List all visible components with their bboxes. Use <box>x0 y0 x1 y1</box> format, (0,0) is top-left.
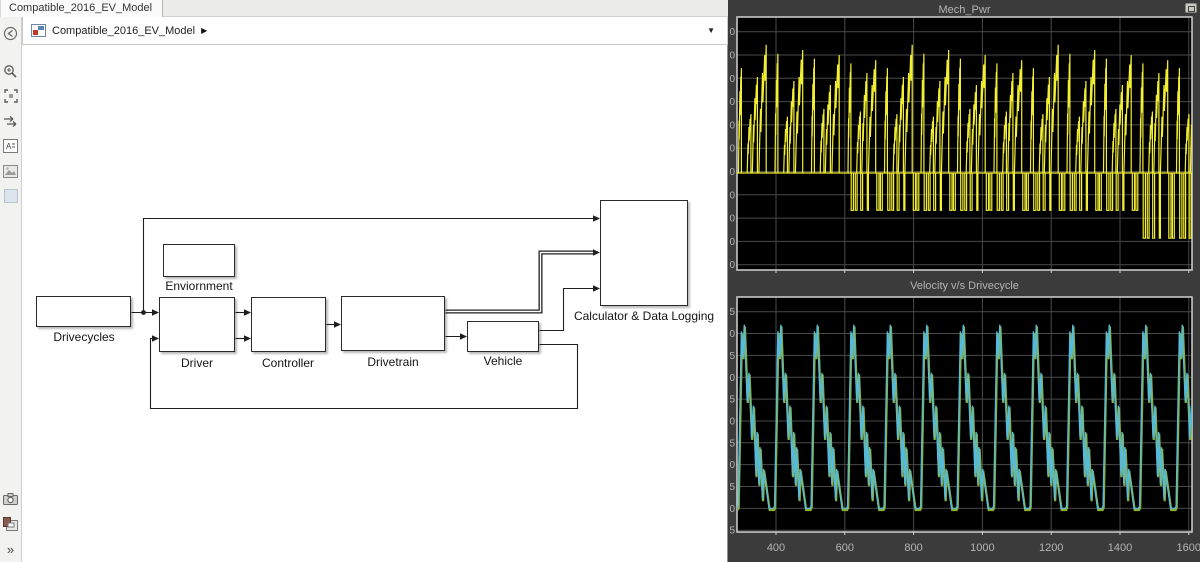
breadcrumb-caret-icon: ▶ <box>201 26 207 35</box>
subsystem-badge-icon[interactable] <box>2 515 20 533</box>
svg-text:5: 5 <box>729 351 735 362</box>
svg-text:0: 0 <box>729 416 735 427</box>
svg-text:1200: 1200 <box>1039 542 1063 554</box>
svg-text:0: 0 <box>729 260 735 271</box>
svg-text:5: 5 <box>729 482 735 493</box>
signal-arrows-icon[interactable] <box>2 112 20 130</box>
svg-text:1600: 1600 <box>1177 542 1200 554</box>
svg-text:0: 0 <box>729 460 735 471</box>
svg-text:0: 0 <box>729 167 735 178</box>
model-file-icon <box>31 24 46 37</box>
chevron-down-icon[interactable]: ▼ <box>707 26 719 35</box>
svg-text:1000: 1000 <box>970 542 994 554</box>
breadcrumb-bar: Compatible_2016_EV_Model ▶ ▼ <box>22 17 728 45</box>
scope-title-velocity: Velocity v/s Drivecycle <box>737 280 1192 292</box>
simulink-editor: Compatible_2016_EV_Model Compatible_2016… <box>0 0 728 562</box>
svg-text:5: 5 <box>729 307 735 318</box>
block-drivetrain-label: Drivetrain <box>367 355 418 369</box>
svg-text:A: A <box>6 142 12 151</box>
svg-text:600: 600 <box>836 542 854 554</box>
model-tab-label: Compatible_2016_EV_Model <box>9 2 152 14</box>
model-canvas[interactable]: Drivecycles Enviornment Driver Controlle… <box>0 0 728 562</box>
block-controller-label: Controller <box>262 356 314 370</box>
svg-text:0: 0 <box>729 51 735 62</box>
svg-text:0: 0 <box>729 144 735 155</box>
svg-text:0: 0 <box>729 120 735 131</box>
svg-text:0: 0 <box>729 97 735 108</box>
svg-text:0: 0 <box>729 504 735 515</box>
block-environment[interactable] <box>163 244 235 277</box>
svg-text:0: 0 <box>729 329 735 340</box>
annotation-icon[interactable]: A <box>2 137 20 155</box>
block-drivetrain[interactable] <box>341 296 445 351</box>
model-tab[interactable]: Compatible_2016_EV_Model <box>0 0 163 17</box>
block-vehicle[interactable] <box>467 321 539 352</box>
block-driver[interactable] <box>159 297 235 352</box>
svg-text:0: 0 <box>729 237 735 248</box>
svg-text:0: 0 <box>729 373 735 384</box>
svg-text:400: 400 <box>767 542 785 554</box>
block-vehicle-label: Vehicle <box>484 354 523 368</box>
camera-icon[interactable] <box>2 490 20 508</box>
zoom-in-icon[interactable] <box>2 62 20 80</box>
block-calculator[interactable] <box>600 200 688 306</box>
editor-side-palette: A » <box>0 17 22 562</box>
expand-more-icon[interactable]: » <box>2 540 20 558</box>
block-drivecycles-label: Drivecycles <box>53 330 114 344</box>
scope-window: Mech_Pwr 0000000000050505050505400600800… <box>728 0 1200 562</box>
svg-text:1400: 1400 <box>1108 542 1132 554</box>
svg-text:5: 5 <box>729 438 735 449</box>
block-drivecycles[interactable] <box>36 296 131 327</box>
block-controller[interactable] <box>251 297 326 352</box>
svg-text:5: 5 <box>729 395 735 406</box>
svg-text:0: 0 <box>729 214 735 225</box>
block-calculator-label: Calculator & Data Logging <box>574 309 714 323</box>
application-window: Compatible_2016_EV_Model Compatible_2016… <box>0 0 1200 562</box>
fit-to-view-icon[interactable] <box>2 87 20 105</box>
svg-text:800: 800 <box>904 542 922 554</box>
svg-text:0: 0 <box>729 27 735 38</box>
branch-point <box>141 310 146 315</box>
panel-collapse-icon[interactable] <box>2 24 20 42</box>
svg-text:5: 5 <box>729 526 735 537</box>
block-driver-label: Driver <box>181 356 213 370</box>
breadcrumb[interactable]: Compatible_2016_EV_Model <box>52 25 195 37</box>
block-environment-label: Enviornment <box>165 279 232 293</box>
svg-text:0: 0 <box>729 190 735 201</box>
tab-bar: Compatible_2016_EV_Model <box>0 0 728 17</box>
svg-text:0: 0 <box>729 74 735 85</box>
select-area-icon[interactable] <box>2 187 20 205</box>
image-icon[interactable] <box>2 162 20 180</box>
